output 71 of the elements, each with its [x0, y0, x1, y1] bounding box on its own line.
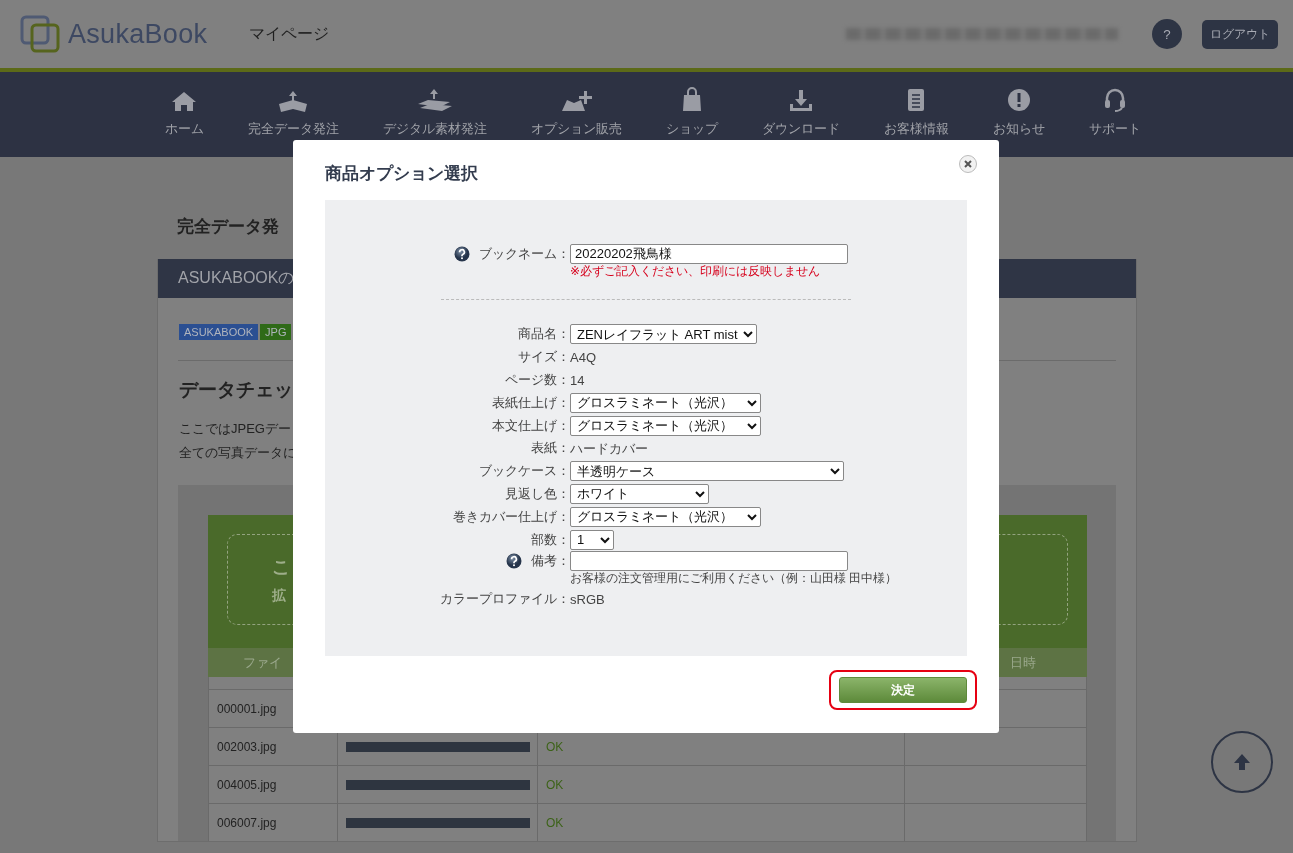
headset-icon	[1102, 87, 1127, 112]
document-icon	[906, 88, 926, 112]
field-label: ブックネーム：	[479, 245, 570, 263]
field-label: 備考：	[531, 551, 570, 570]
column-header: 日時	[1009, 653, 1037, 672]
dropdown[interactable]: ZENレイフラット ART mist	[570, 324, 757, 345]
dropdown[interactable]: ホワイト	[570, 483, 709, 504]
dropdown[interactable]: グロスラミネート（光沢）	[570, 392, 761, 413]
field-label: 見返し色：	[505, 484, 570, 503]
nav-item[interactable]: 完全データ発注	[247, 86, 339, 138]
dropdown[interactable]: グロスラミネート（光沢）	[570, 506, 761, 527]
help-icon[interactable]	[506, 552, 522, 569]
section-title: ASUKABOOKの	[178, 268, 295, 288]
dropdown[interactable]: グロスラミネート（光沢）	[570, 415, 761, 436]
drop-zone-title: こ	[272, 555, 290, 579]
field-label: 表紙：	[531, 439, 570, 458]
help-icon[interactable]	[454, 246, 470, 262]
column-header: ファイ	[242, 653, 283, 672]
home-icon	[171, 90, 197, 112]
text-field[interactable]: 20220202飛鳥様	[570, 244, 848, 264]
field-value: 14	[570, 373, 585, 388]
section-heading: データチェッ	[179, 378, 293, 402]
nav-item[interactable]: ダウンロード	[761, 86, 840, 138]
field-label: 表紙仕上げ：	[492, 393, 570, 412]
nav-item[interactable]: ショップ	[665, 86, 718, 138]
field-value: sRGB	[570, 592, 605, 608]
field-value: A4Q	[570, 350, 596, 366]
up-arrow-icon	[1234, 754, 1250, 770]
field-label: ページ数：	[505, 371, 570, 389]
field-label: 部数：	[531, 530, 570, 549]
field-value: ハードカバー	[570, 440, 648, 456]
nav-item[interactable]: お客様情報	[883, 86, 949, 138]
help-button[interactable]: ?	[1152, 19, 1182, 49]
description-text: ここではJPEGデー	[179, 420, 291, 438]
nav-item[interactable]: ホーム	[164, 86, 204, 138]
field-hint: お客様の注文管理用にご利用ください（例：山田様 田中様）	[570, 570, 899, 587]
plus-book-icon	[560, 90, 592, 112]
field-label: 巻きカバー仕上げ：	[453, 507, 570, 526]
scroll-top-button[interactable]	[1211, 731, 1273, 793]
logo-icon	[20, 15, 60, 53]
field-label: ブックケース：	[479, 462, 570, 481]
field-label: カラープロファイル：	[440, 590, 570, 609]
confirm-button[interactable]: 決定	[839, 677, 967, 703]
page-heading: 完全データ発	[177, 216, 279, 238]
format-tag: JPG	[260, 324, 292, 340]
dropdown[interactable]: 半透明ケース	[570, 461, 844, 482]
drop-zone-hint: 拡	[272, 586, 286, 605]
table-cell: 006007.jpg	[208, 803, 338, 841]
upload-tray-icon	[277, 90, 309, 112]
field-label: サイズ：	[518, 348, 570, 367]
exclamation-icon	[1006, 88, 1031, 112]
status-text: OK	[546, 739, 564, 754]
shopping-bag-icon	[680, 87, 703, 112]
dropdown[interactable]: 1	[570, 529, 614, 550]
dialog-title: 商品オプション選択	[325, 163, 479, 185]
nav-item[interactable]: デジタル素材発注	[382, 86, 487, 138]
field-label: 商品名：	[518, 325, 570, 344]
format-tag: ASUKABOOK	[179, 324, 259, 340]
logout-button[interactable]: ログアウト	[1202, 19, 1278, 49]
page-title: マイページ	[249, 23, 330, 44]
nav-item[interactable]: お知らせ	[992, 86, 1045, 138]
field-label: 本文仕上げ：	[492, 416, 570, 435]
close-icon[interactable]	[959, 154, 977, 173]
download-icon	[787, 89, 814, 112]
text-field[interactable]	[570, 550, 848, 571]
table-cell: 004005.jpg	[208, 765, 338, 803]
nav-item[interactable]: サポート	[1088, 86, 1141, 138]
status-text: OK	[546, 815, 564, 830]
required-note: ※必ずご記入ください、印刷には反映しません	[570, 264, 822, 278]
status-text: OK	[546, 777, 564, 792]
nav-item[interactable]: オプション販売	[530, 86, 622, 138]
